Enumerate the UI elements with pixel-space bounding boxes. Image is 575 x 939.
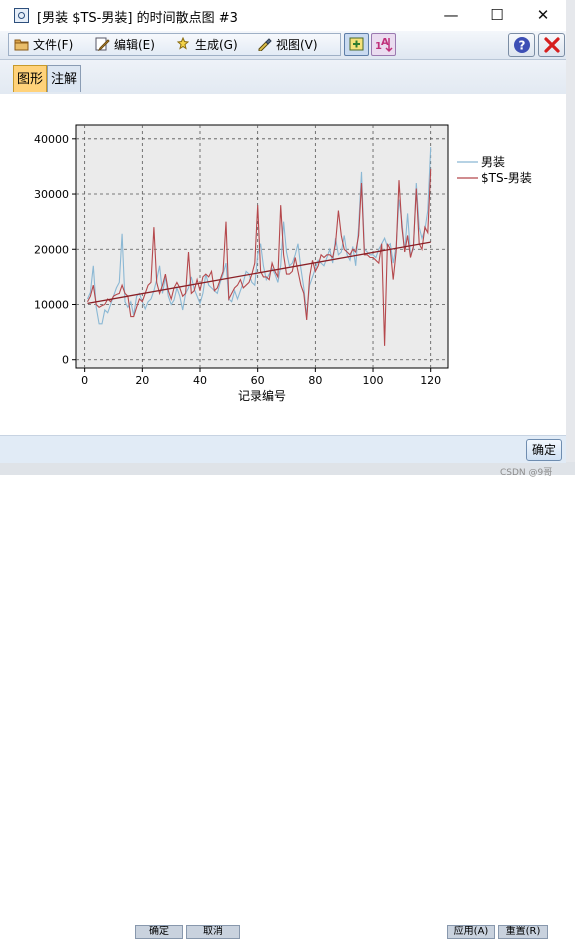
menu-edit-label: 编辑(E) bbox=[114, 38, 155, 52]
background-ok-button[interactable]: 确定 bbox=[135, 925, 183, 939]
background-window-bottom: 确定 取消 应用(A) 重置(R) bbox=[0, 462, 575, 939]
tab-annotation[interactable]: 注解 bbox=[47, 65, 82, 92]
help-button[interactable]: ? bbox=[508, 33, 535, 57]
toolbar-sort-button[interactable]: 1A bbox=[371, 33, 396, 56]
menu-edit[interactable]: 编辑(E) bbox=[95, 36, 155, 54]
y-tick-label: 30000 bbox=[34, 188, 69, 201]
x-axis-label: 记录编号 bbox=[238, 388, 286, 403]
menu-group: 文件(F) 编辑(E) 生成(G) 视图(V) bbox=[8, 33, 341, 56]
watermark: CSDN @9哥 bbox=[500, 468, 553, 478]
edit-icon bbox=[95, 37, 110, 51]
tab-bar: 图形 注解 bbox=[0, 60, 566, 94]
minimize-button[interactable]: — bbox=[428, 0, 474, 31]
x-tick-label: 20 bbox=[135, 374, 149, 387]
y-tick-label: 0 bbox=[62, 354, 69, 367]
y-tick-label: 10000 bbox=[34, 298, 69, 311]
title-bar: [男装 $TS-男装] 的时间散点图 #3 — ☐ ✕ bbox=[0, 0, 566, 31]
x-tick-label: 80 bbox=[308, 374, 322, 387]
close-icon bbox=[543, 37, 560, 53]
legend-label: 男装 bbox=[481, 155, 505, 169]
tab-graph[interactable]: 图形 bbox=[13, 65, 48, 92]
window-title: [男装 $TS-男装] 的时间散点图 #3 bbox=[37, 11, 238, 26]
y-tick-label: 40000 bbox=[34, 133, 69, 146]
footer-bar: 确定 bbox=[0, 435, 566, 463]
plot-area bbox=[75, 124, 449, 369]
background-reset-button[interactable]: 重置(R) bbox=[498, 925, 548, 939]
close-button[interactable]: ✕ bbox=[520, 0, 566, 31]
svg-text:A: A bbox=[381, 37, 389, 48]
menu-view-label: 视图(V) bbox=[276, 38, 318, 52]
help-glyph: ? bbox=[518, 39, 525, 53]
help-icon: ? bbox=[513, 37, 530, 53]
menu-file[interactable]: 文件(F) bbox=[14, 36, 73, 54]
chart-panel: 0 20 40 60 80 100 120 0 10000 20000 30000 40000 记录编号… bbox=[8, 94, 566, 435]
x-tick-label: 60 bbox=[251, 374, 265, 387]
view-icon bbox=[258, 38, 272, 51]
close-panel-button[interactable] bbox=[538, 33, 565, 57]
x-tick-label: 0 bbox=[81, 374, 88, 387]
generate-icon bbox=[176, 37, 190, 50]
toolbar-chart-add-button[interactable] bbox=[344, 33, 369, 56]
app-icon bbox=[14, 8, 29, 23]
ok-button[interactable]: 确定 bbox=[526, 439, 562, 461]
time-plot: 0 20 40 60 80 100 120 0 10000 20000 30000 40000 记录编号… bbox=[34, 124, 532, 403]
menu-file-label: 文件(F) bbox=[33, 38, 74, 52]
y-tick-label: 20000 bbox=[34, 243, 69, 256]
sort-icon: 1A bbox=[375, 37, 393, 53]
legend-label: $TS-男装 bbox=[481, 171, 532, 185]
chart-add-icon bbox=[349, 37, 364, 51]
background-cancel-button[interactable]: 取消 bbox=[186, 925, 240, 939]
background-window-right-edge bbox=[566, 0, 575, 475]
menu-generate-label: 生成(G) bbox=[195, 38, 238, 52]
menu-bar: 文件(F) 编辑(E) 生成(G) 视图(V) 1A ? bbox=[0, 31, 566, 60]
menu-generate[interactable]: 生成(G) bbox=[176, 36, 238, 54]
background-apply-button[interactable]: 应用(A) bbox=[447, 925, 495, 939]
x-tick-label: 100 bbox=[363, 374, 384, 387]
folder-icon bbox=[14, 39, 29, 51]
x-tick-label: 40 bbox=[193, 374, 207, 387]
menu-view[interactable]: 视图(V) bbox=[257, 36, 318, 54]
chart-window: [男装 $TS-男装] 的时间散点图 #3 — ☐ ✕ 文件(F) 编辑(E) … bbox=[0, 0, 566, 463]
maximize-button[interactable]: ☐ bbox=[474, 0, 520, 31]
x-tick-label: 120 bbox=[420, 374, 441, 387]
